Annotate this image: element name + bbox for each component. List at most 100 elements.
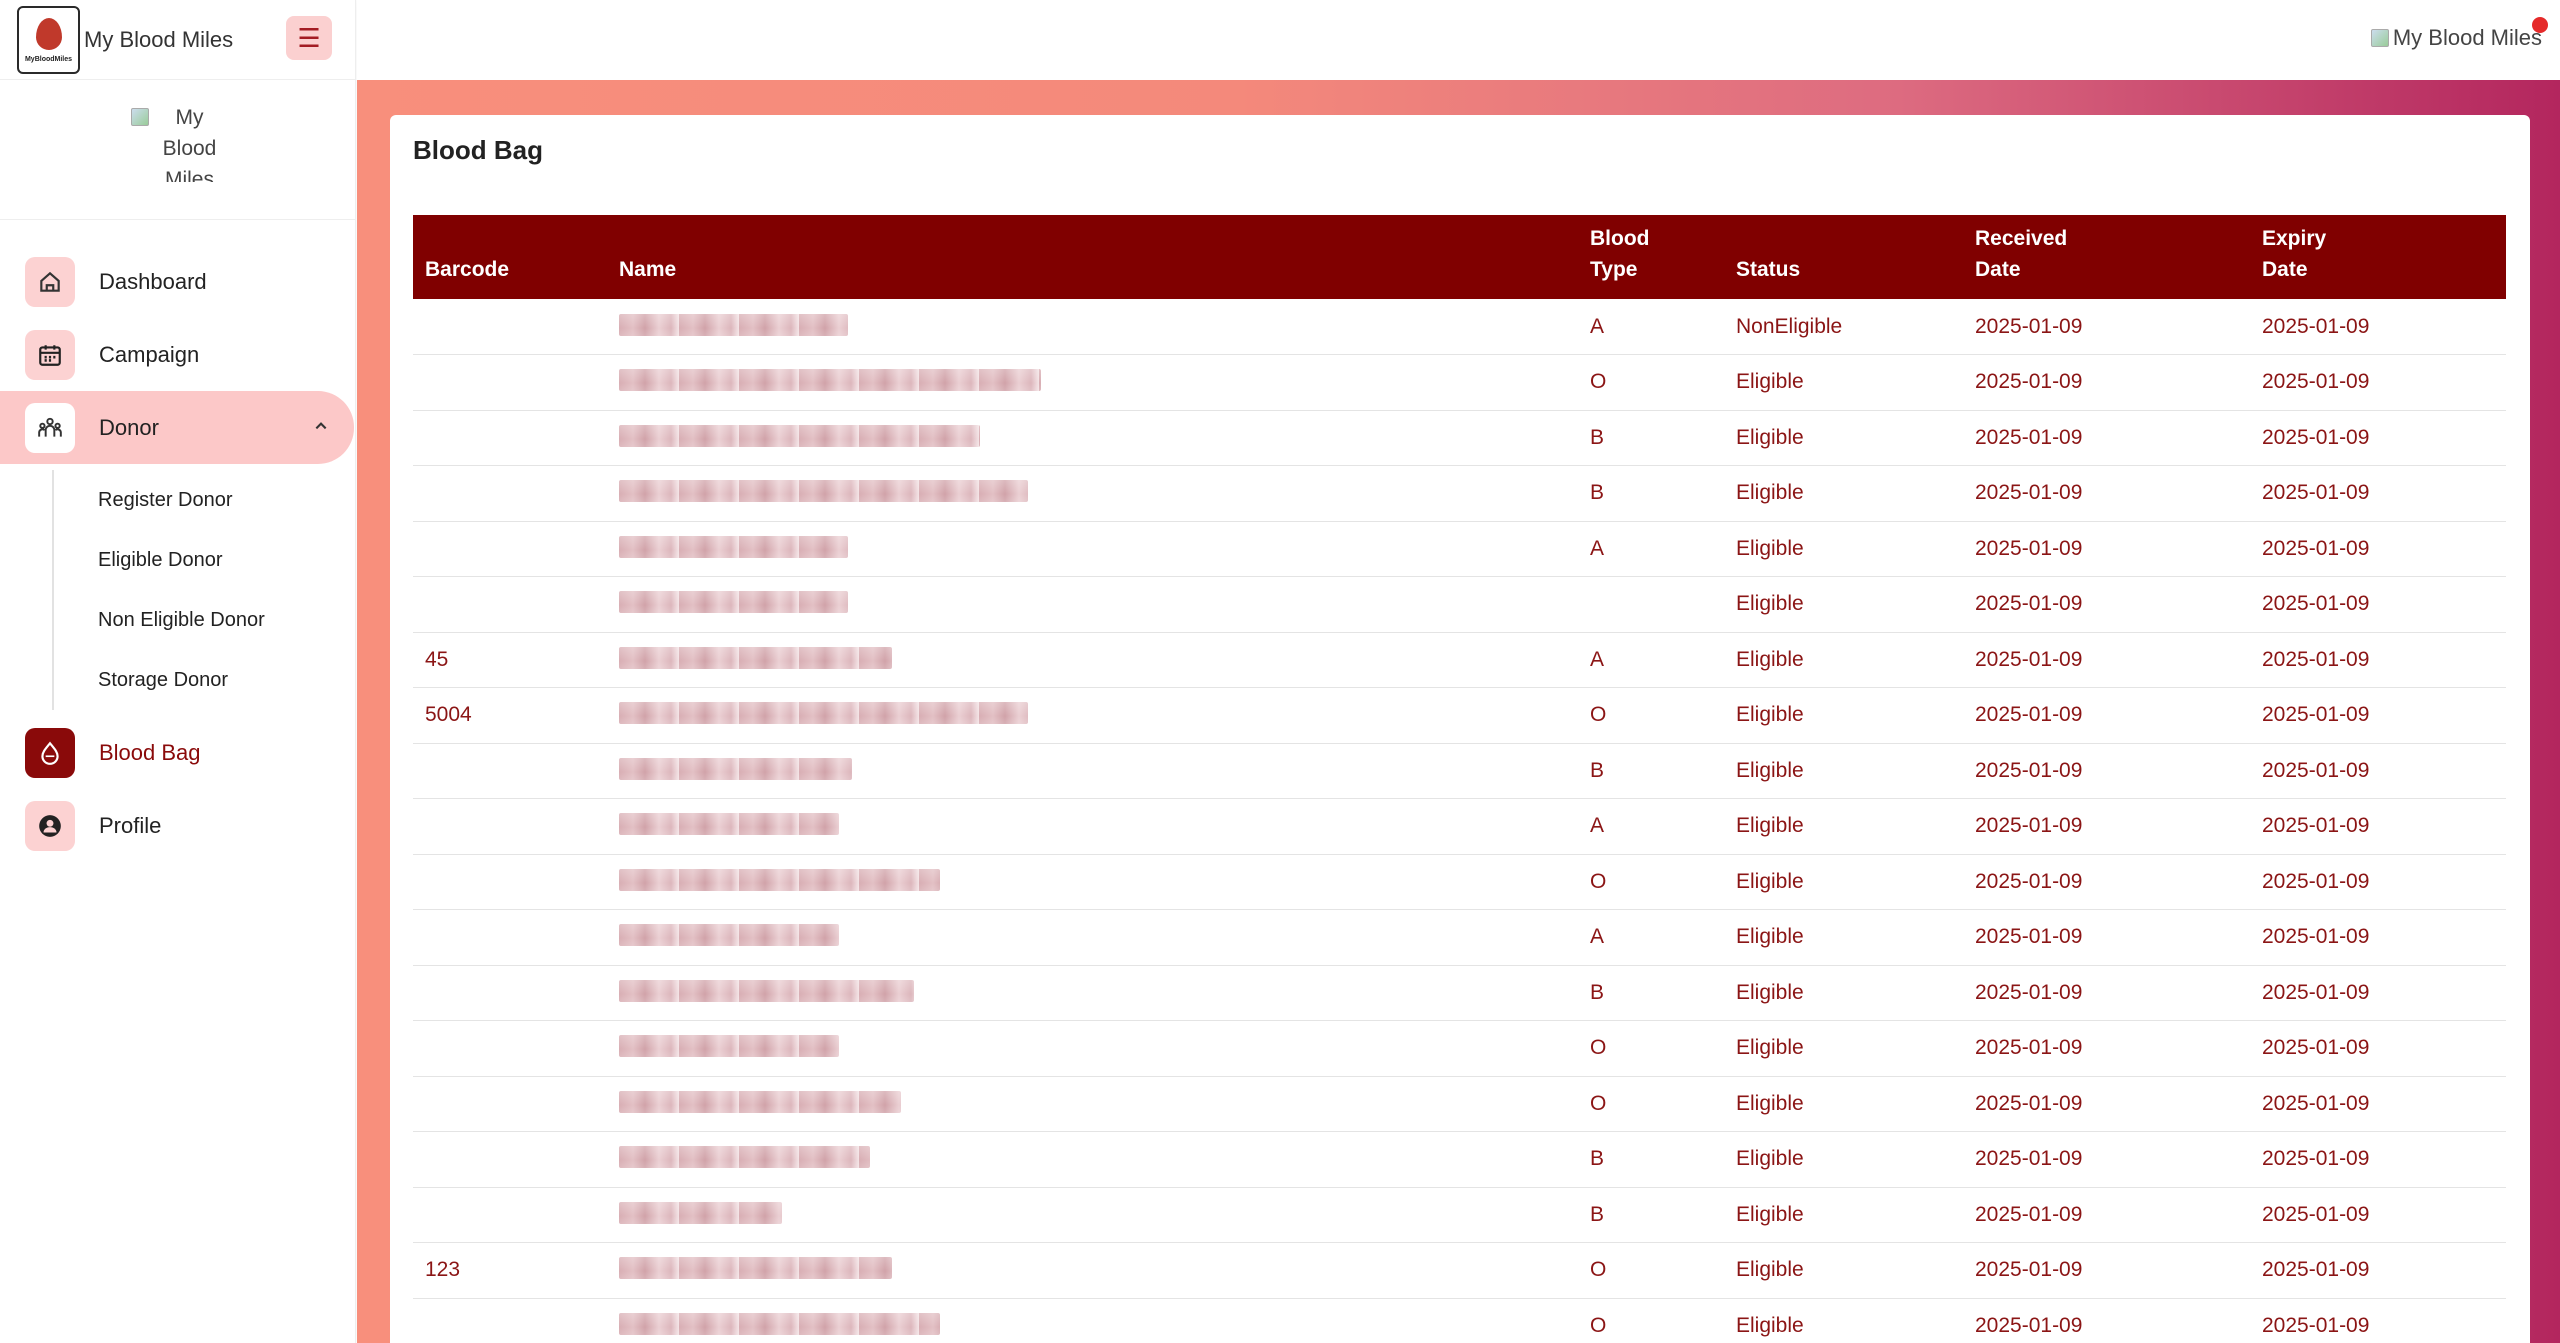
blood-type-cell: B <box>1578 410 1724 466</box>
received-date-cell: 2025-01-09 <box>1963 854 2250 910</box>
redacted-name <box>609 745 1578 798</box>
table-row[interactable]: B Eligible 2025-01-09 2025-01-09 <box>413 410 2506 466</box>
table-row[interactable]: Eligible 2025-01-09 2025-01-09 <box>413 576 2506 633</box>
column-header-blood-type[interactable]: Blood Type <box>1578 215 1724 299</box>
barcode-cell <box>413 521 607 577</box>
column-header-received-date[interactable]: Received Date <box>1963 215 2250 299</box>
table-row[interactable]: O Eligible 2025-01-09 2025-01-09 <box>413 1298 2506 1343</box>
table-row[interactable]: A Eligible 2025-01-09 2025-01-09 <box>413 909 2506 966</box>
table-row[interactable]: B Eligible 2025-01-09 2025-01-09 <box>413 1131 2506 1188</box>
column-header-expiry-date[interactable]: Expiry Date <box>2250 215 2506 299</box>
blood-type-cell: A <box>1578 798 1724 855</box>
expiry-date-cell: 2025-01-09 <box>2250 1298 2506 1343</box>
received-date-cell: 2025-01-09 <box>1963 1131 2250 1188</box>
column-header-name[interactable]: Name <box>607 215 1578 299</box>
sidebar-item-label: Dashboard <box>99 268 207 294</box>
received-date-cell: 2025-01-09 <box>1963 798 2250 855</box>
expiry-date-cell: 2025-01-09 <box>2250 354 2506 411</box>
sidebar-item-donor[interactable]: Donor <box>0 391 354 464</box>
received-date-cell: 2025-01-09 <box>1963 1298 2250 1343</box>
redacted-name <box>609 634 1578 687</box>
sidebar-item-dashboard[interactable]: Dashboard <box>0 245 355 318</box>
table-row[interactable]: B Eligible 2025-01-09 2025-01-09 <box>413 965 2506 1021</box>
brand: MyBloodMiles My Blood Miles ☰ <box>0 0 355 80</box>
blood-bag-card: Blood Bag Barcode Name Blood Type Status Rec… <box>390 115 2530 1343</box>
page-title: Blood Bag <box>413 135 543 165</box>
broken-image-icon <box>130 108 149 126</box>
status-cell: Eligible <box>1724 798 1963 855</box>
table-row[interactable]: A NonEligible 2025-01-09 2025-01-09 <box>413 299 2506 355</box>
received-date-cell: 2025-01-09 <box>1963 465 2250 522</box>
table-row[interactable]: B Eligible 2025-01-09 2025-01-09 <box>413 1187 2506 1243</box>
user-avatar-button[interactable]: My Blood Miles <box>2370 25 2542 51</box>
table-row[interactable]: 123 O Eligible 2025-01-09 2025-01-09 <box>413 1242 2506 1299</box>
received-date-cell: 2025-01-09 <box>1963 576 2250 633</box>
status-cell: Eligible <box>1724 909 1963 966</box>
calendar-icon <box>25 329 75 380</box>
redacted-name <box>609 912 1578 965</box>
sidebar-item-blood-bag[interactable]: Blood Bag <box>0 716 355 789</box>
submenu-item-register-donor[interactable]: Register Donor <box>98 470 355 530</box>
submenu-item-non-eligible-donor[interactable]: Non Eligible Donor <box>98 590 355 650</box>
sidebar-item-campaign[interactable]: Campaign <box>0 318 355 391</box>
blood-type-cell: O <box>1578 354 1724 411</box>
table-row[interactable]: A Eligible 2025-01-09 2025-01-09 <box>413 798 2506 855</box>
blood-type-cell: A <box>1578 909 1724 966</box>
expiry-date-cell: 2025-01-09 <box>2250 1242 2506 1299</box>
redacted-name <box>609 1134 1578 1187</box>
column-header-barcode[interactable]: Barcode <box>413 215 607 299</box>
barcode-cell <box>413 1076 607 1132</box>
barcode-cell <box>413 1131 607 1188</box>
barcode-cell <box>413 1020 607 1077</box>
profile-image-alt-text: My Blood Miles <box>162 106 217 182</box>
menu-toggle-button[interactable]: ☰ <box>286 16 332 60</box>
status-cell: NonEligible <box>1724 299 1963 355</box>
submenu-item-storage-donor[interactable]: Storage Donor <box>98 650 355 710</box>
barcode-cell <box>413 1187 607 1243</box>
barcode-cell <box>413 965 607 1021</box>
blood-type-cell: B <box>1578 1131 1724 1188</box>
name-cell <box>607 1242 1578 1299</box>
redacted-name <box>609 1023 1578 1076</box>
status-cell: Eligible <box>1724 854 1963 910</box>
table-row[interactable]: O Eligible 2025-01-09 2025-01-09 <box>413 854 2506 910</box>
blood-type-cell: A <box>1578 299 1724 355</box>
table-row[interactable]: B Eligible 2025-01-09 2025-01-09 <box>413 465 2506 522</box>
name-cell <box>607 410 1578 466</box>
name-cell <box>607 299 1578 355</box>
submenu-item-eligible-donor[interactable]: Eligible Donor <box>98 530 355 590</box>
blood-type-cell: O <box>1578 1298 1724 1343</box>
received-date-cell: 2025-01-09 <box>1963 410 2250 466</box>
status-cell: Eligible <box>1724 354 1963 411</box>
brand-logo-text: MyBloodMiles <box>24 56 73 63</box>
sidebar-profile-image: My Blood Miles <box>0 80 355 220</box>
brand-logo[interactable]: MyBloodMiles <box>17 5 80 74</box>
table-row[interactable]: 45 A Eligible 2025-01-09 2025-01-09 <box>413 632 2506 688</box>
table-row[interactable]: O Eligible 2025-01-09 2025-01-09 <box>413 1020 2506 1077</box>
redacted-name <box>609 690 1578 743</box>
name-cell <box>607 632 1578 688</box>
table-row[interactable]: 5004 O Eligible 2025-01-09 2025-01-09 <box>413 687 2506 744</box>
status-cell: Eligible <box>1724 1298 1963 1343</box>
received-date-cell: 2025-01-09 <box>1963 687 2250 744</box>
expiry-date-cell: 2025-01-09 <box>2250 521 2506 577</box>
barcode-cell: 5004 <box>413 687 607 744</box>
table-row[interactable]: O Eligible 2025-01-09 2025-01-09 <box>413 1076 2506 1132</box>
name-cell <box>607 743 1578 799</box>
table-row[interactable]: A Eligible 2025-01-09 2025-01-09 <box>413 521 2506 577</box>
status-cell: Eligible <box>1724 1020 1963 1077</box>
sidebar-item-profile[interactable]: Profile <box>0 789 355 862</box>
column-header-status[interactable]: Status <box>1724 215 1963 299</box>
table-row[interactable]: O Eligible 2025-01-09 2025-01-09 <box>413 354 2506 411</box>
received-date-cell: 2025-01-09 <box>1963 354 2250 411</box>
barcode-cell <box>413 743 607 799</box>
sidebar-item-label: Blood Bag <box>99 739 201 765</box>
received-date-cell: 2025-01-09 <box>1963 632 2250 688</box>
received-date-cell: 2025-01-09 <box>1963 521 2250 577</box>
barcode-cell <box>413 1298 607 1343</box>
barcode-cell <box>413 854 607 910</box>
blood-type-cell: O <box>1578 1020 1724 1077</box>
donor-submenu: Register Donor Eligible Donor Non Eligib… <box>52 470 355 710</box>
table-row[interactable]: B Eligible 2025-01-09 2025-01-09 <box>413 743 2506 799</box>
received-date-cell: 2025-01-09 <box>1963 1020 2250 1077</box>
